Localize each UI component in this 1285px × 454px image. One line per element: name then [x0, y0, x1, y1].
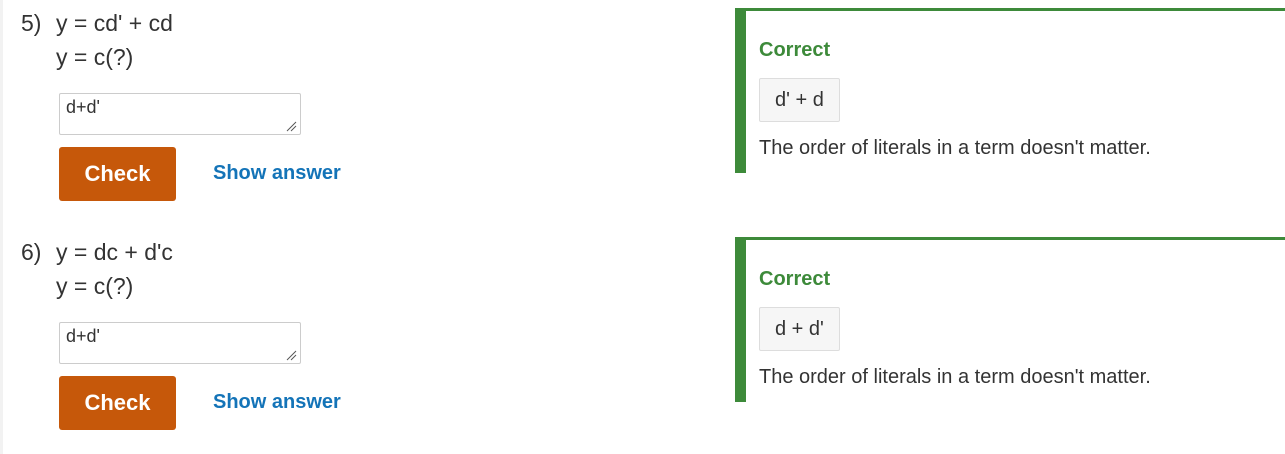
answer-input[interactable]: d+d': [59, 322, 301, 364]
feedback-status: Correct: [759, 268, 831, 290]
resize-grip-icon[interactable]: [285, 120, 297, 132]
check-button[interactable]: Check: [59, 376, 176, 430]
feedback-answer: d + d': [759, 307, 840, 351]
show-answer-link[interactable]: Show answer: [213, 162, 341, 185]
check-button[interactable]: Check: [59, 147, 176, 201]
question-expression: y = dc + d'c: [56, 239, 173, 265]
answer-input[interactable]: d+d': [59, 93, 301, 135]
feedback-answer: d' + d: [759, 78, 840, 122]
feedback-status: Correct: [759, 39, 831, 61]
question-5: 5) y = cd' + cd y = c(?) d+d' Check Show…: [3, 0, 1285, 229]
question-number: 6): [21, 239, 42, 265]
feedback-panel: Correct d' + d The order of literals in …: [735, 8, 1285, 173]
feedback-panel: Correct d + d' The order of literals in …: [735, 237, 1285, 402]
question-number: 5): [21, 10, 42, 36]
exercise-page: 5) y = cd' + cd y = c(?) d+d' Check Show…: [0, 0, 1285, 454]
question-expression: y = cd' + cd: [56, 10, 173, 36]
show-answer-link[interactable]: Show answer: [213, 391, 341, 414]
question-6: 6) y = dc + d'c y = c(?) d+d' Check Show…: [3, 229, 1285, 454]
question-target: y = c(?): [56, 44, 134, 70]
question-target: y = c(?): [56, 273, 134, 299]
resize-grip-icon[interactable]: [285, 349, 297, 361]
feedback-explanation: The order of literals in a term doesn't …: [759, 137, 1151, 159]
feedback-explanation: The order of literals in a term doesn't …: [759, 366, 1151, 388]
